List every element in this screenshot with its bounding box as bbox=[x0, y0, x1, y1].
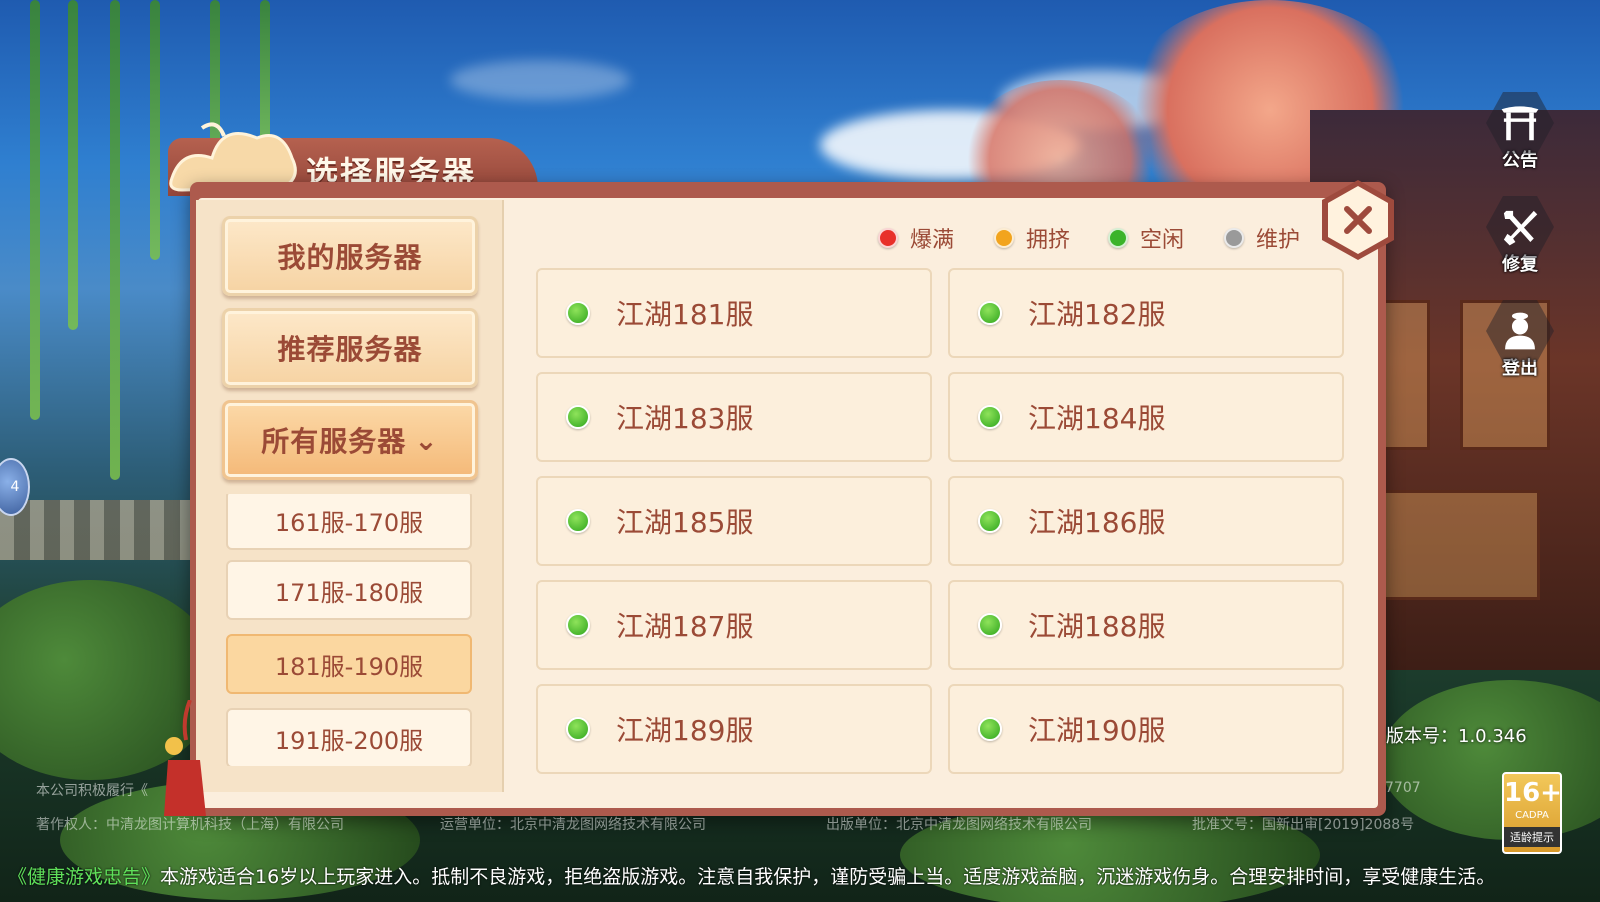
server-name: 江湖187服 bbox=[616, 610, 754, 643]
server-card[interactable]: 江湖188服 bbox=[948, 580, 1344, 670]
server-name: 江湖186服 bbox=[1028, 506, 1166, 539]
range-item-191-200[interactable]: 191服-200服 bbox=[226, 708, 472, 766]
status-dot-idle bbox=[978, 613, 1002, 637]
status-dot-idle bbox=[1108, 228, 1128, 248]
copyright-notice-tail: 7707 bbox=[1385, 780, 1421, 796]
tab-all-servers[interactable]: 所有服务器 ⌄ bbox=[222, 400, 478, 480]
legend-full: 爆满 bbox=[878, 222, 954, 254]
server-card[interactable]: 江湖187服 bbox=[536, 580, 932, 670]
repair-icon bbox=[1503, 210, 1538, 246]
server-name: 江湖183服 bbox=[616, 402, 754, 435]
range-item-181-190[interactable]: 181服-190服 bbox=[226, 634, 472, 694]
status-dot-idle bbox=[978, 509, 1002, 533]
repair-button[interactable]: 修复 bbox=[1485, 196, 1555, 276]
server-name: 江湖184服 bbox=[1028, 402, 1166, 435]
status-dot-idle bbox=[566, 509, 590, 533]
status-dot-idle bbox=[978, 405, 1002, 429]
tab-my-servers[interactable]: 我的服务器 bbox=[222, 216, 478, 296]
server-card[interactable]: 江湖186服 bbox=[948, 476, 1344, 566]
status-dot-idle bbox=[566, 405, 590, 429]
status-dot-idle bbox=[566, 613, 590, 637]
server-name: 江湖181服 bbox=[616, 298, 754, 331]
approval-info: 批准文号：国新出审[2019]2088号 bbox=[1192, 817, 1415, 833]
gate-icon bbox=[1501, 106, 1539, 141]
legend-idle: 空闲 bbox=[1108, 222, 1184, 254]
status-dot-full bbox=[878, 228, 898, 248]
status-dot-idle bbox=[978, 301, 1002, 325]
copyright-owner: 著作权人：中清龙图计算机科技（上海）有限公司 bbox=[36, 817, 344, 833]
age-rating-badge[interactable]: 16+ CADPA 适龄提示 bbox=[1502, 772, 1562, 854]
range-item-171-180[interactable]: 171服-180服 bbox=[226, 560, 472, 620]
health-advisory: 《健康游戏忠告》本游戏适合16岁以上玩家进入。抵制不良游戏，拒绝盗版游戏。注意自… bbox=[8, 862, 1495, 889]
server-card[interactable]: 江湖183服 bbox=[536, 372, 932, 462]
legend-idle-label: 空闲 bbox=[1140, 228, 1185, 253]
server-name: 江湖182服 bbox=[1028, 298, 1166, 331]
range-label: 161服-170服 bbox=[274, 508, 424, 537]
range-item-161-170[interactable]: 161服-170服 bbox=[226, 494, 472, 550]
age-rating-tip: 适龄提示 bbox=[1504, 827, 1560, 847]
logout-icon bbox=[1505, 312, 1535, 350]
status-dot-idle bbox=[566, 301, 590, 325]
range-label: 171服-180服 bbox=[274, 578, 424, 607]
server-name: 江湖188服 bbox=[1028, 610, 1166, 643]
copyright-notice: 本公司积极履行《 bbox=[36, 783, 148, 799]
tab-all-servers-label: 所有服务器 bbox=[261, 425, 407, 458]
server-name: 江湖185服 bbox=[616, 506, 754, 539]
floating-assist-text: 4 bbox=[10, 479, 20, 495]
server-card[interactable]: 江湖185服 bbox=[536, 476, 932, 566]
range-label: 191服-200服 bbox=[274, 726, 424, 755]
tab-recommended-servers-label: 推荐服务器 bbox=[277, 333, 423, 366]
legend-crowded: 拥挤 bbox=[994, 222, 1070, 254]
age-rating: 16+ bbox=[1504, 778, 1562, 808]
server-card[interactable]: 江湖190服 bbox=[948, 684, 1344, 774]
legend-crowded-label: 拥挤 bbox=[1026, 228, 1071, 253]
status-dot-idle bbox=[566, 717, 590, 741]
operator-info: 运营单位：北京中清龙图网络技术有限公司 bbox=[440, 817, 706, 833]
server-name: 江湖190服 bbox=[1028, 714, 1166, 747]
legend-maintenance-label: 维护 bbox=[1256, 228, 1301, 253]
status-dot-maintenance bbox=[1224, 228, 1244, 248]
tab-recommended-servers[interactable]: 推荐服务器 bbox=[222, 308, 478, 388]
health-advisory-title: 《健康游戏忠告》 bbox=[8, 866, 161, 888]
legend-maintenance: 维护 bbox=[1224, 222, 1300, 254]
version-number: 版本号：1.0.346 bbox=[1386, 726, 1527, 747]
chevron-down-icon: ⌄ bbox=[414, 423, 439, 457]
tassel-ornament-icon bbox=[164, 700, 206, 816]
status-dot-idle bbox=[978, 717, 1002, 741]
legend-full-label: 爆满 bbox=[910, 228, 955, 253]
notice-button[interactable]: 公告 bbox=[1485, 92, 1555, 172]
server-card[interactable]: 江湖181服 bbox=[536, 268, 932, 358]
tab-my-servers-label: 我的服务器 bbox=[277, 241, 423, 274]
server-card[interactable]: 江湖184服 bbox=[948, 372, 1344, 462]
server-range-list[interactable]: 161服-170服 171服-180服 181服-190服 191服-200服 bbox=[222, 494, 478, 766]
logout-button[interactable]: 登出 bbox=[1485, 300, 1555, 380]
close-icon bbox=[1344, 206, 1372, 234]
health-advisory-text: 本游戏适合16岁以上玩家进入。抵制不良游戏，拒绝盗版游戏。注意自我保护，谨防受骗… bbox=[160, 866, 1496, 888]
publisher-info: 出版单位：北京中清龙图网络技术有限公司 bbox=[826, 817, 1092, 833]
server-name: 江湖189服 bbox=[616, 714, 754, 747]
status-dot-crowded bbox=[994, 228, 1014, 248]
range-label: 181服-190服 bbox=[274, 652, 424, 681]
server-card[interactable]: 江湖182服 bbox=[948, 268, 1344, 358]
age-rating-org: CADPA bbox=[1515, 810, 1549, 821]
server-card[interactable]: 江湖189服 bbox=[536, 684, 932, 774]
